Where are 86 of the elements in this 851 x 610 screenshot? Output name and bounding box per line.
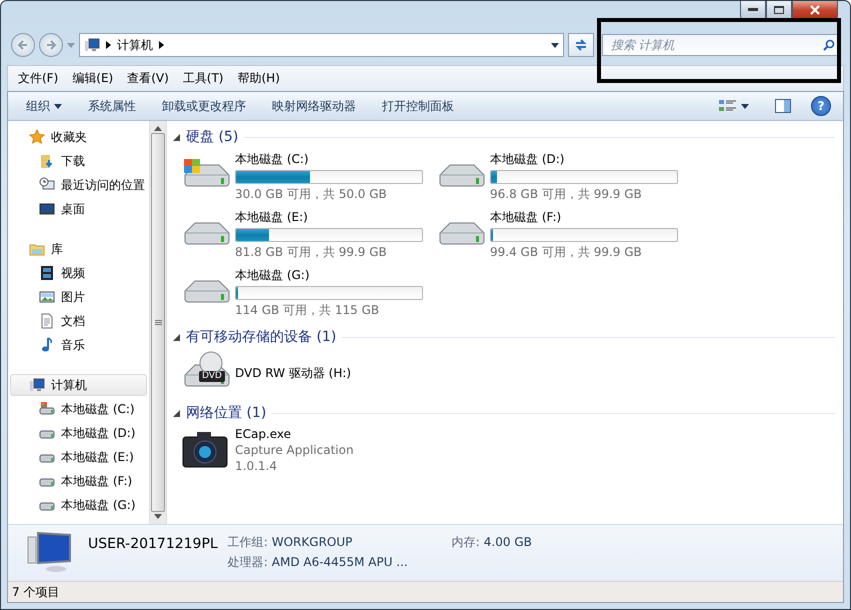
close-icon — [810, 5, 820, 15]
drive-icon — [39, 401, 55, 417]
menu-item[interactable]: 编辑(E) — [66, 68, 120, 89]
sidebar-item[interactable]: 最近访问的位置 — [10, 174, 147, 196]
toolbar-button[interactable]: 组织 — [20, 96, 68, 116]
pane-icon — [775, 99, 791, 113]
search-field[interactable]: 搜索 计算机 — [602, 34, 840, 56]
item-name[interactable]: 本地磁盘 (D:) — [490, 151, 678, 168]
film-icon — [39, 265, 55, 281]
sidebar-item[interactable]: 图片 — [10, 286, 147, 308]
star-icon — [29, 129, 45, 145]
sidebar-item[interactable]: 计算机 — [10, 374, 147, 396]
picture-icon — [39, 289, 55, 305]
section-header[interactable]: 硬盘 (5) — [186, 128, 238, 146]
sidebar-item[interactable]: 本地磁盘 (D:) — [10, 422, 147, 444]
address-bar[interactable]: 计算机 — [79, 33, 564, 57]
item-info: 114 GB 可用，共 115 GB — [235, 302, 380, 319]
toolbar-button[interactable]: 卸载或更改程序 — [156, 96, 252, 116]
sidebar-item[interactable]: 文档 — [10, 310, 147, 332]
breadcrumb[interactable]: 计算机 — [117, 36, 153, 54]
detail-value: 4.00 GB — [484, 535, 532, 551]
refresh-button[interactable] — [568, 33, 594, 57]
sidebar-item[interactable]: 本地磁盘 (F:) — [10, 470, 147, 492]
sidebar-item[interactable]: 音乐 — [10, 334, 147, 356]
item-name[interactable]: 本地磁盘 (G:) — [235, 267, 423, 284]
item-name[interactable]: ECap.exe — [235, 427, 354, 441]
item-name[interactable]: 本地磁盘 (F:) — [490, 209, 678, 226]
dropdown-caret-icon — [551, 42, 559, 48]
item-info: 81.8 GB 可用，共 99.9 GB — [235, 244, 388, 261]
toolbar-button[interactable]: 系统属性 — [82, 96, 142, 116]
up-arrow-icon — [154, 126, 162, 131]
detail-label: 工作组: — [228, 535, 268, 551]
dropdown-caret-icon — [67, 42, 75, 48]
item-info: 96.8 GB 可用，共 99.9 GB — [490, 186, 643, 203]
dvd-label: DVD — [199, 371, 225, 382]
sidebar-item[interactable]: 本地磁盘 (G:) — [10, 494, 147, 516]
detail-value: WORKGROUP — [272, 535, 354, 551]
computer-monitor-icon — [26, 529, 74, 573]
music-note-icon — [39, 337, 55, 353]
sidebar-item[interactable]: 收藏夹 — [10, 126, 147, 148]
sidebar-item[interactable]: 本地磁盘 (E:) — [10, 446, 147, 468]
document-icon — [39, 313, 55, 329]
sidebar-item[interactable]: 下载 — [10, 150, 147, 172]
detail-value: AMD A6-4455M APU ... — [272, 554, 408, 570]
scrollbar-thumb[interactable] — [151, 133, 165, 512]
minimize-icon — [748, 8, 758, 12]
menu-item[interactable]: 查看(V) — [121, 68, 175, 89]
computer-icon — [84, 37, 100, 53]
item-info: 30.0 GB 可用，共 50.0 GB — [235, 186, 388, 203]
menu-item[interactable]: 工具(T) — [176, 68, 230, 89]
menu-item[interactable]: 文件(F) — [12, 68, 64, 89]
view-list-icon — [719, 99, 737, 113]
section-header[interactable]: 网络位置 (1) — [186, 404, 266, 422]
chevron-icon — [159, 41, 164, 49]
grip-icon — [154, 320, 162, 326]
search-icon — [823, 39, 835, 51]
sidebar-item[interactable]: 库 — [10, 238, 147, 260]
sidebar-item[interactable]: 本地磁盘 (C:) — [10, 398, 147, 420]
item-name[interactable]: 本地磁盘 (E:) — [235, 209, 423, 226]
computer-icon — [29, 377, 45, 393]
item-name[interactable]: 本地磁盘 (C:) — [235, 151, 423, 168]
status-text: 7 个项目 — [12, 584, 60, 600]
maximize-icon — [774, 6, 784, 14]
computer-name: USER-20171219PL — [88, 535, 218, 554]
section-header[interactable]: 有可移动存储的设备 (1) — [186, 328, 336, 346]
down-arrow-icon — [154, 514, 162, 519]
sidebar-item[interactable]: 视频 — [10, 262, 147, 284]
item-info: 99.4 GB 可用，共 99.9 GB — [490, 244, 643, 261]
chevron-icon — [106, 41, 111, 49]
desktop-icon — [39, 201, 55, 217]
sidebar-item[interactable]: 桌面 — [10, 198, 147, 220]
detail-label: 内存: — [452, 535, 480, 551]
refresh-arrows-icon — [574, 38, 588, 52]
menu-item[interactable]: 帮助(H) — [232, 68, 286, 89]
right-arrow-icon — [45, 39, 57, 51]
help-button[interactable]: ? — [811, 96, 831, 116]
left-arrow-icon — [17, 39, 29, 51]
toolbar-button[interactable]: 映射网络驱动器 — [266, 96, 362, 116]
item-info: Capture Application — [235, 443, 354, 457]
item-name[interactable]: DVD RW 驱动器 (H:) — [235, 365, 352, 382]
toolbar-button[interactable]: 打开控制面板 — [376, 96, 460, 116]
dropdown-caret-icon — [741, 104, 749, 108]
detail-label: 处理器: — [228, 554, 268, 570]
scrollbar[interactable] — [149, 121, 166, 524]
item-info: 1.0.1.4 — [235, 459, 278, 473]
folder-arrow-icon — [39, 153, 55, 169]
